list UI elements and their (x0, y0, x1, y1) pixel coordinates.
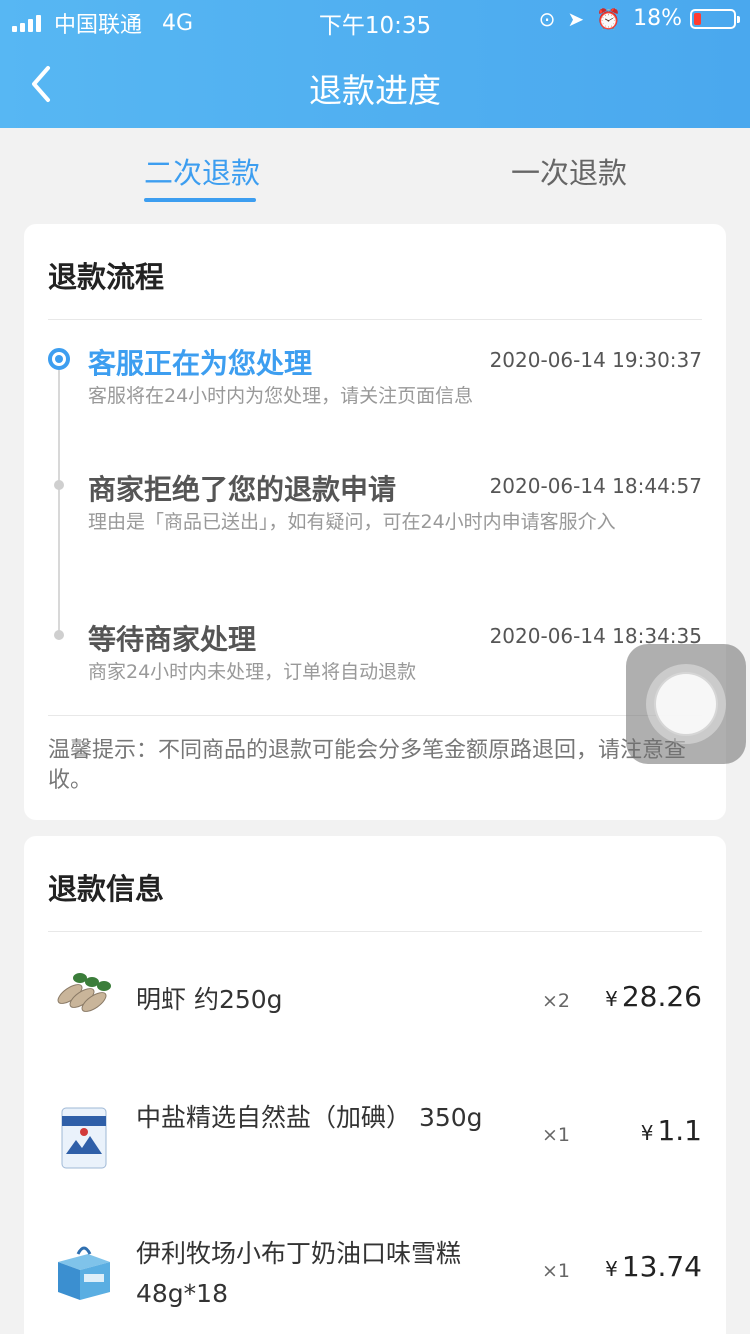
price-value: 13.74 (621, 1250, 702, 1283)
header: 中国联通 4G 下午10:35 ⊙ ➤ ⏰ 18% 退款进度 (0, 0, 750, 128)
item-name: 伊利牧场小布丁奶油口味雪糕 48g*18 (136, 1239, 462, 1308)
tab-first-refund[interactable]: 一次退款 (511, 150, 627, 192)
item-qty: ×1 (542, 1124, 571, 1146)
refund-info-card: 退款信息 明虾 约250g ×2 ¥28.26 中盐精选自然盐（加碘） 350g… (24, 836, 726, 1334)
tip-text: 温馨提示：不同商品的退款可能会分多笔金额原路退回，请注意查收。 (48, 738, 687, 793)
refund-info-title: 退款信息 (48, 872, 165, 906)
divider (48, 931, 702, 932)
currency-symbol: ¥ (605, 987, 618, 1011)
step-desc: 客服将在24小时内为您处理，请关注页面信息 (88, 385, 474, 407)
step-time: 2020-06-14 18:44:57 (489, 474, 702, 498)
item-qty: ×1 (542, 1260, 571, 1282)
step-title: 等待商家处理 (88, 623, 257, 656)
refund-process-card: 退款流程 客服正在为您处理 2020-06-14 19:30:37 客服将在24… (24, 224, 726, 820)
timeline-active-dot (48, 348, 70, 370)
price-value: 1.1 (657, 1114, 702, 1147)
divider (48, 715, 702, 716)
item-qty: ×2 (542, 990, 571, 1012)
step-title: 商家拒绝了您的退款申请 (88, 473, 397, 506)
location-icon: ➤ (567, 6, 585, 31)
assistive-touch-core (654, 672, 718, 736)
timeline-dot (54, 630, 64, 640)
item-price: ¥13.74 (605, 1250, 702, 1283)
ice-cream-box-thumbnail (48, 1238, 120, 1310)
timeline-line (58, 370, 60, 638)
step-title: 客服正在为您处理 (88, 347, 313, 380)
shrimp-thumbnail (48, 964, 120, 1036)
item-name: 中盐精选自然盐（加碘） 350g (136, 1103, 483, 1132)
salt-package-thumbnail (48, 1102, 120, 1174)
item-price: ¥28.26 (605, 980, 702, 1013)
tab-indicator (144, 198, 256, 202)
timeline-dot (54, 480, 64, 490)
status-bar: 中国联通 4G 下午10:35 ⊙ ➤ ⏰ 18% (0, 0, 750, 40)
rotation-lock-icon: ⊙ (538, 6, 556, 31)
process-title: 退款流程 (48, 260, 165, 294)
tab-bar: 二次退款 一次退款 (0, 128, 750, 208)
currency-symbol: ¥ (605, 1257, 618, 1281)
battery-icon (690, 8, 740, 29)
step-time: 2020-06-14 19:30:37 (489, 348, 702, 372)
assistive-touch-button[interactable] (626, 644, 746, 764)
step-desc: 理由是「商品已送出」，如有疑问，可在24小时内申请客服介入 (88, 511, 616, 533)
tab-second-refund[interactable]: 二次退款 (144, 150, 260, 192)
item-price: ¥1.1 (641, 1114, 702, 1147)
alarm-icon: ⏰ (596, 6, 622, 31)
price-value: 28.26 (621, 980, 702, 1013)
battery-percent: 18% (633, 6, 682, 31)
item-name: 明虾 约250g (136, 985, 283, 1014)
currency-symbol: ¥ (640, 1121, 654, 1145)
page-title: 退款进度 (309, 71, 441, 110)
step-desc: 商家24小时内未处理，订单将自动退款 (88, 661, 417, 683)
divider (48, 319, 702, 320)
